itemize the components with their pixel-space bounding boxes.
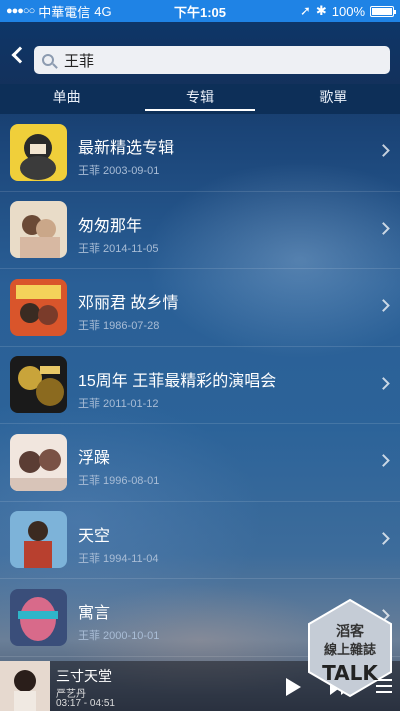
carrier-label: 中華電信 (38, 4, 91, 20)
album-title: 邓丽君 故乡情 (78, 295, 179, 312)
album-row[interactable]: 15周年 王菲最精彩的演唱会 王菲 2011-01-12 (0, 347, 400, 424)
album-meta: 王菲 2011-01-12 (78, 397, 159, 410)
now-playing-time: 03:17 - 04:51 (56, 698, 115, 709)
album-cover (10, 123, 67, 181)
album-cover (10, 433, 67, 491)
svg-text:線上雜誌: 線上雜誌 (324, 642, 376, 658)
chevron-right-icon (377, 454, 390, 467)
album-cover (10, 201, 67, 259)
location-icon: ➚ (299, 3, 311, 18)
chevron-right-icon (377, 299, 390, 312)
chevron-right-icon (377, 376, 390, 390)
album-cover (10, 356, 67, 414)
tab-playlists[interactable]: 歌單 (267, 84, 400, 114)
play-icon[interactable] (286, 678, 301, 696)
album-title: 天空 (78, 527, 111, 545)
album-title: 15周年 王菲最精彩的演唱会 (78, 372, 277, 390)
network-label: 4G (94, 3, 112, 19)
tab-bar: 单曲 专辑 歌單 (0, 84, 400, 114)
search-header (0, 22, 400, 84)
album-meta: 王菲 2014-11-05 (78, 242, 159, 255)
album-title: 寓言 (78, 605, 111, 622)
album-list: 最新精选专辑 王菲 2003-09-01 匆匆那年 王菲 2014-11-05 … (0, 114, 400, 657)
album-title: 最新精选专辑 (78, 140, 175, 157)
album-meta: 王菲 2003-09-01 (78, 165, 160, 177)
tab-songs[interactable]: 单曲 (0, 84, 133, 114)
bluetooth-icon: ✱ (315, 3, 327, 18)
battery-icon (370, 5, 396, 17)
chevron-right-icon (377, 531, 390, 545)
search-icon (42, 54, 54, 66)
album-row[interactable]: 匆匆那年 王菲 2014-11-05 (0, 192, 400, 269)
album-cover (10, 511, 67, 569)
now-playing-artwork (0, 661, 50, 711)
watermark-logo: 滔客 線上雜誌 TALK (307, 598, 393, 698)
album-meta: 王菲 1994-11-04 (78, 552, 159, 565)
chevron-right-icon (377, 144, 390, 157)
search-box[interactable] (34, 46, 390, 74)
album-meta: 王菲 1996-08-01 (78, 475, 160, 487)
album-cover (10, 588, 67, 646)
album-row[interactable]: 最新精选专辑 王菲 2003-09-01 (0, 114, 400, 192)
album-row[interactable]: 邓丽君 故乡情 王菲 1986-07-28 (0, 269, 400, 347)
album-meta: 王菲 2000-10-01 (78, 630, 160, 642)
album-cover (10, 278, 67, 336)
album-row[interactable]: 浮躁 王菲 1996-08-01 (0, 424, 400, 502)
back-button[interactable] (8, 44, 29, 66)
signal-icon: ●●●○○ (6, 5, 35, 17)
album-row[interactable]: 天空 王菲 1994-11-04 (0, 502, 400, 579)
now-playing-title: 三寸天堂 (56, 668, 112, 684)
status-bar: ●●●○○ 中華電信 4G 下午1:05 ➚ ✱ 100% (0, 0, 400, 22)
album-meta: 王菲 1986-07-28 (78, 320, 160, 332)
album-title: 匆匆那年 (78, 217, 143, 235)
chevron-right-icon (377, 221, 390, 235)
chevron-left-icon (11, 46, 29, 64)
svg-text:滔客: 滔客 (336, 623, 365, 640)
tab-albums[interactable]: 专辑 (133, 84, 266, 114)
svg-text:TALK: TALK (322, 661, 379, 685)
search-input[interactable] (64, 51, 364, 69)
battery-percent: 100% (331, 3, 365, 19)
album-title: 浮躁 (78, 450, 111, 467)
